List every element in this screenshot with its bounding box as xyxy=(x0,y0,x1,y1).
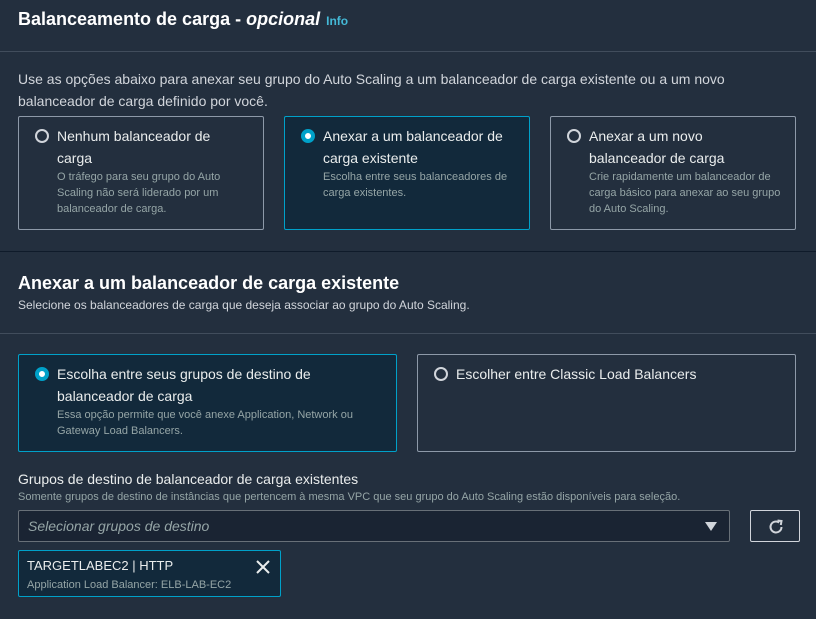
select-placeholder: Selecionar grupos de destino xyxy=(28,518,210,534)
target-groups-description: Somente grupos de destino de instâncias … xyxy=(18,491,681,503)
divider xyxy=(0,333,816,334)
option-title: Anexar a um novo balanceador de carga xyxy=(589,128,725,166)
radio-button[interactable] xyxy=(301,129,315,143)
section-title: Balanceamento de carga - opcional Info xyxy=(18,9,348,30)
load-balancing-panel: Balanceamento de carga - opcional Info Us… xyxy=(0,0,816,251)
option-no-load-balancer[interactable]: Nenhum balanceador de carga O tráfego pa… xyxy=(18,116,264,230)
option-classic-lb[interactable]: Escolher entre Classic Load Balancers xyxy=(417,354,796,452)
refresh-button[interactable] xyxy=(750,510,800,542)
option-title: Escolha entre seus grupos de destino de … xyxy=(57,366,311,404)
token-subtitle: Application Load Balancer: ELB-LAB-EC2 xyxy=(27,579,232,591)
target-groups-select[interactable]: Selecionar grupos de destino xyxy=(18,510,730,542)
option-title: Escolher entre Classic Load Balancers xyxy=(456,366,697,382)
option-title: Anexar a um balanceador de carga existen… xyxy=(323,128,503,166)
radio-button[interactable] xyxy=(434,367,448,381)
radio-button[interactable] xyxy=(567,129,581,143)
option-description: Crie rapidamente um balanceador de carga… xyxy=(589,171,781,215)
radio-button[interactable] xyxy=(35,367,49,381)
subsection-subtitle: Selecione os balanceadores de carga que … xyxy=(18,298,470,312)
caret-down-icon xyxy=(705,522,717,531)
option-description: Essa opção permite que você anexe Applic… xyxy=(57,409,353,437)
option-attach-existing-lb[interactable]: Anexar a um balanceador de carga existen… xyxy=(284,116,530,230)
section-title-optional: opcional xyxy=(246,9,321,29)
option-title: Nenhum balanceador de carga xyxy=(57,128,211,166)
refresh-icon xyxy=(769,519,783,534)
token-title: TARGETLABEC2 | HTTP xyxy=(27,558,174,573)
selected-target-group-token: TARGETLABEC2 | HTTP Application Load Bal… xyxy=(18,550,281,597)
option-target-groups[interactable]: Escolha entre seus grupos de destino de … xyxy=(18,354,397,452)
option-description: Escolha entre seus balanceadores de carg… xyxy=(323,171,508,199)
divider xyxy=(0,51,816,52)
subsection-title: Anexar a um balanceador de carga existen… xyxy=(18,273,400,293)
close-icon[interactable] xyxy=(256,560,270,574)
info-link[interactable]: Info xyxy=(326,14,348,28)
radio-button[interactable] xyxy=(35,129,49,143)
section-description: Use as opções abaixo para anexar seu gru… xyxy=(18,71,725,109)
section-title-text: Balanceamento de carga - xyxy=(18,9,247,29)
option-description: O tráfego para seu grupo do Auto Scaling… xyxy=(57,171,221,215)
target-groups-label: Grupos de destino de balanceador de carg… xyxy=(18,471,359,487)
option-attach-new-lb[interactable]: Anexar a um novo balanceador de carga Cr… xyxy=(550,116,796,230)
